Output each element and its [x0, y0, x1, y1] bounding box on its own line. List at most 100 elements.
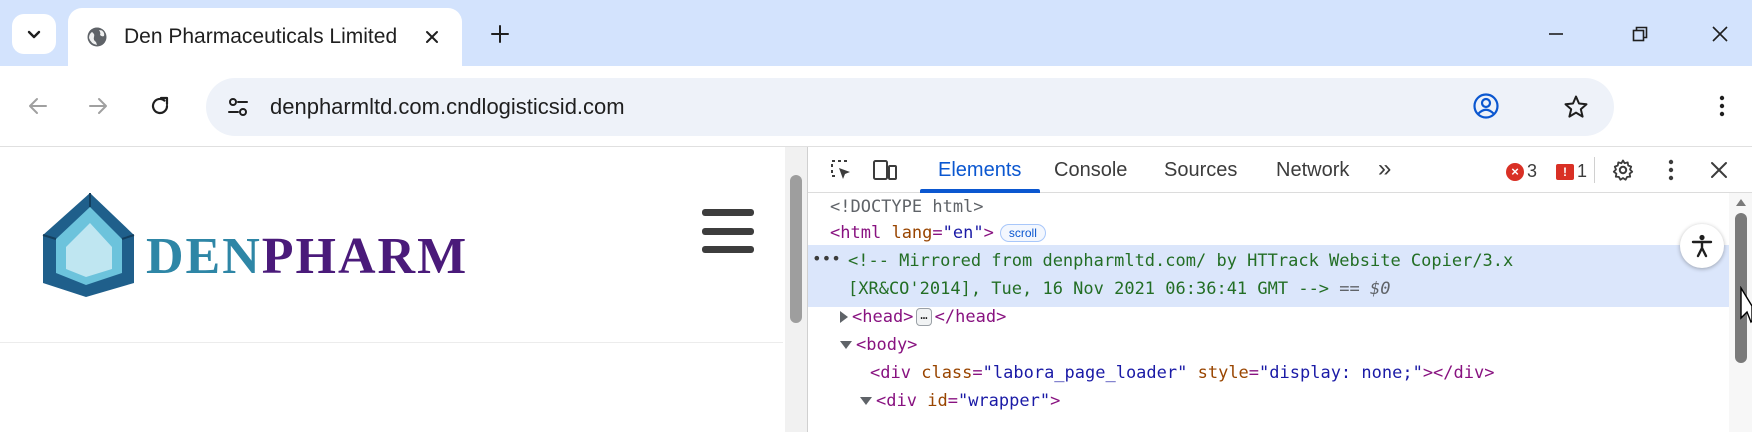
div-tag: div: [886, 391, 917, 411]
class-attr: class: [921, 363, 973, 383]
logo-prefix: DEN: [146, 228, 262, 285]
collapse-arrow-icon[interactable]: [860, 397, 872, 405]
reload-icon: [151, 96, 169, 115]
issue-counter[interactable]: ! 1: [1556, 161, 1587, 182]
bookmark-button[interactable]: [1560, 91, 1592, 123]
accessibility-button[interactable]: [1680, 224, 1724, 268]
doctype-text: <!DOCTYPE html>: [830, 197, 984, 217]
tab-sources[interactable]: Sources: [1164, 159, 1237, 182]
hamburger-menu-button[interactable]: [702, 209, 754, 253]
html-tag: html: [840, 223, 882, 243]
address-bar[interactable]: denpharmltd.com.cndlogisticsid.com: [206, 78, 1614, 136]
close-window-button[interactable]: [1702, 16, 1738, 52]
hamburger-bar: [702, 209, 754, 216]
equals-sign: =: [1248, 363, 1260, 383]
head-open-tag: <head>: [852, 307, 914, 327]
back-button[interactable]: [18, 86, 58, 126]
more-vertical-icon: [1719, 95, 1725, 117]
close-icon: [1712, 26, 1728, 42]
device-toolbar-button[interactable]: [870, 155, 900, 185]
devtools-settings-button[interactable]: [1608, 155, 1638, 185]
comment-text-1: <!-- Mirrored from denpharmltd.com/ by H…: [848, 251, 1514, 271]
error-icon: ×: [1506, 162, 1524, 181]
minimize-button[interactable]: [1538, 16, 1574, 52]
dom-tree: ••• <!DOCTYPE html> < html lang = "en" > scr…: [808, 193, 1729, 432]
error-counter[interactable]: × 3: [1506, 161, 1537, 182]
close-icon: [1711, 162, 1727, 178]
tab-title: Den Pharmaceuticals Limited: [124, 25, 398, 48]
forward-button[interactable]: [78, 86, 118, 126]
equals-sign: =: [932, 223, 943, 243]
dom-line-comment-2[interactable]: [XR&CO'2014], Tue, 16 Nov 2021 06:36:41 …: [848, 275, 1390, 303]
dom-line-comment-1[interactable]: <!-- Mirrored from denpharmltd.com/ by H…: [848, 247, 1513, 275]
dom-line-body[interactable]: <body>: [840, 331, 917, 359]
more-tabs-button[interactable]: »: [1378, 155, 1391, 183]
body-open-tag: <body>: [856, 335, 918, 355]
scroll-badge[interactable]: scroll: [999, 224, 1046, 242]
url-text[interactable]: denpharmltd.com.cndlogisticsid.com: [270, 94, 625, 120]
logo-suffix: PHARM: [262, 228, 468, 285]
tune-icon: [228, 98, 248, 116]
equals-sign: =: [947, 391, 958, 411]
tag-bracket: <: [876, 391, 887, 411]
gear-icon: [1612, 159, 1634, 181]
profile-button[interactable]: [1466, 86, 1506, 126]
tab-network[interactable]: Network: [1276, 159, 1349, 182]
account-circle-icon: [1473, 93, 1499, 119]
id-attr-value: "wrapper": [957, 391, 1051, 411]
dom-line-wrapper[interactable]: < div id = "wrapper" >: [860, 387, 1060, 415]
devtools-more-button[interactable]: [1656, 155, 1686, 185]
globe-icon: [87, 27, 107, 47]
chevron-down-icon: [27, 30, 41, 39]
selected-node-marker: == $0: [1339, 279, 1391, 299]
tab-console[interactable]: Console: [1054, 159, 1127, 182]
scroll-up-arrow-icon[interactable]: [1736, 199, 1746, 206]
plus-icon: [491, 25, 509, 43]
collapse-arrow-icon[interactable]: [840, 341, 852, 349]
house-logo-icon: [42, 193, 135, 297]
dom-line-head[interactable]: <head>… </head>: [840, 303, 1006, 331]
issue-flag-icon: !: [1556, 163, 1574, 180]
dom-line-page-loader[interactable]: < div class = "labora_page_loader" style = "d…: [870, 359, 1494, 387]
div-tag: div: [880, 363, 911, 383]
dom-line-doctype[interactable]: <!DOCTYPE html>: [830, 193, 984, 221]
device-mode-icon: [873, 160, 897, 180]
tag-bracket: <: [830, 223, 841, 243]
restore-icon: [1632, 26, 1648, 42]
site-info-button[interactable]: [222, 91, 254, 123]
tab-elements[interactable]: Elements: [938, 159, 1021, 182]
tab-search-button[interactable]: [12, 14, 56, 54]
equals-sign: =: [972, 363, 983, 383]
denpharm-logo[interactable]: DENPHARM: [38, 193, 518, 303]
reload-button[interactable]: [140, 86, 180, 126]
devtools-toolbar: Elements Console Sources Network » × 3 !…: [808, 147, 1752, 193]
new-tab-button[interactable]: [484, 18, 516, 50]
restore-button[interactable]: [1622, 16, 1658, 52]
page-scrollbar[interactable]: [785, 147, 807, 432]
style-attr-value: "display: none;": [1259, 363, 1423, 383]
collapsed-children-button[interactable]: …: [916, 308, 932, 326]
tag-bracket: <: [870, 363, 881, 383]
page-scrollbar-thumb[interactable]: [790, 175, 802, 323]
arrow-right-icon: [89, 98, 107, 114]
toolbar-divider: [1594, 157, 1595, 183]
web-page: DENPHARM: [0, 147, 783, 432]
tab-strip: Den Pharmaceuticals Limited: [0, 0, 1752, 66]
mouse-cursor-icon: [1740, 286, 1752, 324]
accessibility-icon: [1691, 234, 1713, 258]
id-attr: id: [927, 391, 948, 411]
tab-close-button[interactable]: [418, 23, 446, 51]
devtools-close-button[interactable]: [1704, 155, 1734, 185]
more-vertical-icon: [1668, 159, 1674, 181]
hamburger-bar: [702, 246, 754, 253]
dom-line-html[interactable]: < html lang = "en" > scroll: [830, 219, 1046, 247]
active-tab[interactable]: Den Pharmaceuticals Limited: [68, 8, 462, 66]
tag-bracket: >: [1050, 391, 1061, 411]
issue-count: 1: [1577, 161, 1588, 181]
menu-button[interactable]: [1702, 86, 1742, 126]
svg-text:DENPHARM: DENPHARM: [146, 228, 468, 285]
expand-arrow-icon[interactable]: [840, 311, 848, 323]
node-actions-ellipsis[interactable]: •••: [812, 249, 841, 268]
inspect-element-button[interactable]: [826, 155, 856, 185]
html-attr-value: "en": [942, 223, 984, 243]
